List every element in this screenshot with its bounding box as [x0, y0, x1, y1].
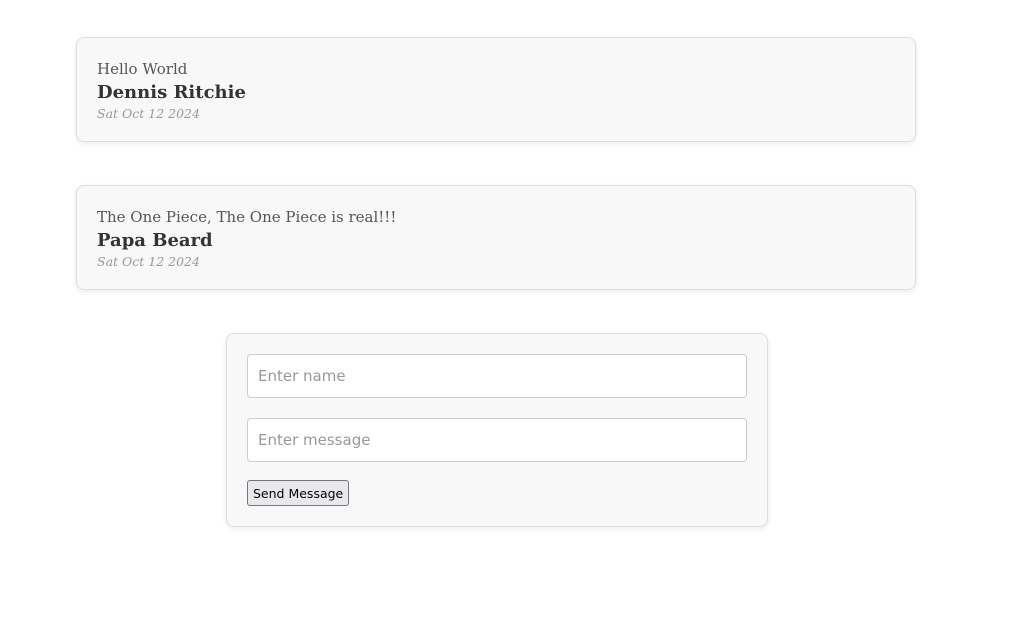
message-card: Hello World Dennis Ritchie Sat Oct 12 20… [76, 37, 916, 142]
message-date: Sat Oct 12 2024 [97, 254, 200, 269]
send-message-button[interactable]: Send Message [247, 480, 350, 506]
name-input[interactable] [247, 354, 747, 398]
message-text: Hello World [97, 60, 188, 78]
message-input[interactable] [247, 418, 747, 462]
message-text: The One Piece, The One Piece is real!!! [97, 208, 397, 226]
message-author: Papa Beard [97, 230, 213, 251]
message-author: Dennis Ritchie [97, 82, 246, 103]
message-card: The One Piece, The One Piece is real!!! … [76, 185, 916, 290]
message-date: Sat Oct 12 2024 [97, 106, 200, 121]
message-form: Send Message [226, 333, 768, 527]
